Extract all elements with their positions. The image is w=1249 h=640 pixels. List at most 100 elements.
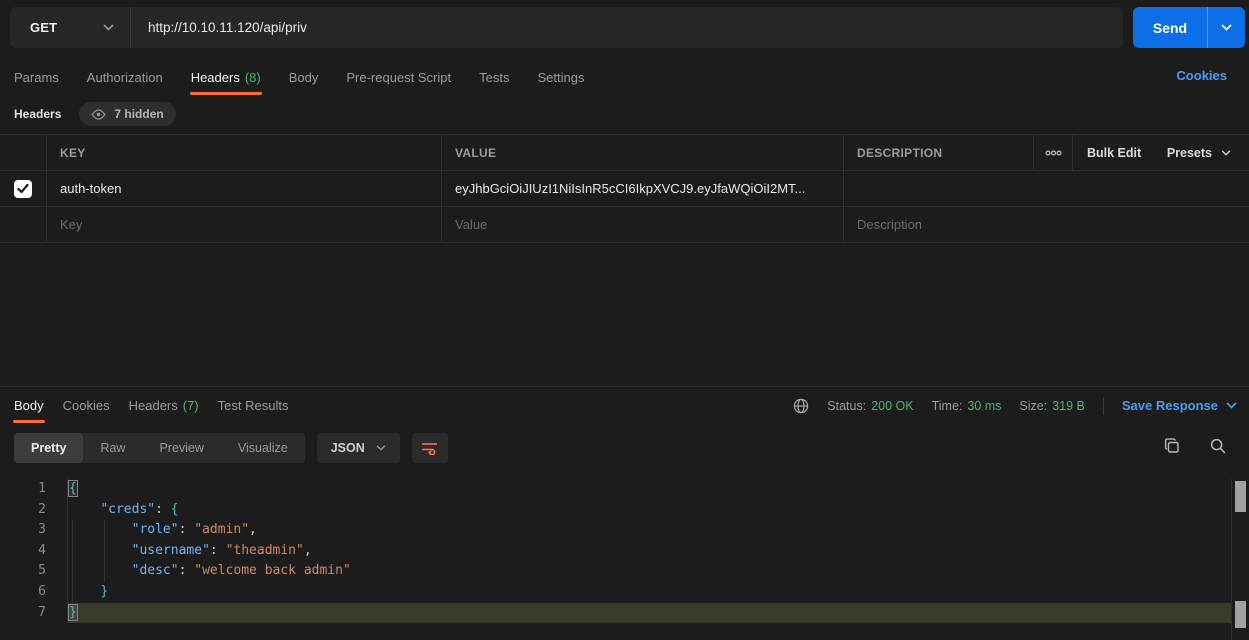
response-panel: Body Cookies Headers (7) Test Results St… [0, 386, 1249, 640]
column-header-value: VALUE [441, 135, 843, 170]
response-tab-body[interactable]: Body [14, 388, 44, 423]
response-view-toolbar: Pretty Raw Preview Visualize JSON [14, 433, 448, 463]
hidden-count-label: 7 hidden [114, 107, 163, 121]
send-label: Send [1153, 20, 1187, 36]
scrollbar-track [1231, 479, 1232, 640]
chevron-down-icon [1226, 402, 1237, 409]
presets-label: Presets [1167, 146, 1212, 160]
bulk-edit-button[interactable]: Bulk Edit [1087, 146, 1141, 160]
header-key-cell[interactable]: auth-token [46, 171, 441, 206]
code-line[interactable]: 6 } [0, 582, 1249, 603]
line-number: 5 [0, 561, 68, 582]
tab-label: Params [14, 70, 59, 85]
scrollbar-thumb[interactable] [1235, 481, 1246, 512]
headers-count-badge: (8) [245, 70, 261, 85]
row-checkbox-cell [0, 207, 46, 242]
wrap-line-icon [421, 441, 438, 455]
chevron-down-icon [1221, 150, 1231, 156]
code-line[interactable]: 4 "username": "theadmin", [0, 541, 1249, 562]
table-header-row: KEY VALUE DESCRIPTION Bulk Edit Presets [0, 135, 1249, 171]
code-line[interactable]: 3 "role": "admin", [0, 520, 1249, 541]
format-label: JSON [331, 441, 365, 455]
line-number: 7 [0, 603, 68, 624]
chevron-down-icon [376, 445, 386, 451]
status-label: Status: [827, 399, 866, 413]
code-line[interactable]: 7} [0, 603, 1249, 624]
save-response-button[interactable]: Save Response [1122, 398, 1237, 413]
view-tab-visualize[interactable]: Visualize [221, 433, 305, 463]
row-checkbox-cell [0, 171, 46, 206]
status-badge: Status: 200 OK [827, 399, 913, 413]
tab-tests[interactable]: Tests [479, 60, 509, 95]
response-headers-count-badge: (7) [183, 398, 199, 413]
header-description-cell[interactable] [843, 171, 1249, 206]
format-dropdown[interactable]: JSON [317, 433, 400, 463]
response-action-icons [1163, 437, 1227, 455]
view-tab-preview[interactable]: Preview [142, 433, 220, 463]
headers-table: KEY VALUE DESCRIPTION Bulk Edit Presets [0, 134, 1249, 243]
response-body-editor[interactable]: 1{2 "creds": {3 "role": "admin",4 "usern… [0, 479, 1249, 640]
request-tabs: Params Authorization Headers (8) Body Pr… [14, 60, 584, 95]
url-input[interactable]: http://10.10.11.120/api/priv [131, 20, 1123, 35]
code-line[interactable]: 2 "creds": { [0, 500, 1249, 521]
code-text: } [68, 582, 108, 603]
tab-pre-request-script[interactable]: Pre-request Script [346, 60, 451, 95]
tab-label: Authorization [87, 70, 163, 85]
tab-label: Headers [129, 398, 178, 413]
headers-panel-title: Headers [14, 107, 61, 121]
send-button[interactable]: Send [1133, 7, 1207, 48]
tab-headers[interactable]: Headers (8) [191, 60, 261, 95]
code-text: "creds": { [68, 500, 179, 521]
scrollbar-thumb[interactable] [1235, 601, 1246, 628]
presets-dropdown[interactable]: Presets [1167, 146, 1231, 160]
response-tab-cookies[interactable]: Cookies [63, 388, 110, 423]
tab-label: Body [289, 70, 319, 85]
copy-icon[interactable] [1163, 437, 1181, 455]
table-actions-cell: Bulk Edit Presets [1072, 135, 1249, 170]
size-badge: Size: 319 B [1019, 399, 1084, 413]
code-text: "role": "admin", [68, 520, 257, 541]
response-tabs: Body Cookies Headers (7) Test Results [14, 388, 288, 423]
size-value: 319 B [1052, 399, 1085, 413]
size-label: Size: [1019, 399, 1047, 413]
response-meta: Status: 200 OK Time: 30 ms Size: 319 B S… [793, 388, 1237, 423]
response-tab-headers[interactable]: Headers (7) [129, 388, 199, 423]
response-tab-test-results[interactable]: Test Results [218, 388, 289, 423]
column-header-description: DESCRIPTION [843, 135, 1033, 170]
code-line[interactable]: 1{ [0, 479, 1249, 500]
wrap-line-toggle[interactable] [412, 433, 448, 463]
eye-icon [91, 109, 106, 120]
tab-params[interactable]: Params [14, 60, 59, 95]
code-text: "desc": "welcome back admin" [68, 561, 351, 582]
tab-body[interactable]: Body [289, 60, 319, 95]
more-options-icon[interactable] [1033, 135, 1072, 170]
search-icon[interactable] [1209, 437, 1227, 455]
code-text: { [68, 479, 77, 500]
time-label: Time: [932, 399, 963, 413]
postman-window: GET http://10.10.11.120/api/priv Send Pa… [0, 0, 1249, 640]
globe-icon[interactable] [793, 398, 809, 414]
divider [1103, 397, 1104, 415]
hidden-headers-toggle[interactable]: 7 hidden [79, 102, 175, 126]
new-key-input[interactable]: Key [46, 207, 441, 242]
header-value-cell[interactable]: eyJhbGciOiJIUzI1NiIsInR5cCI6IkpXVCJ9.eyJ… [441, 171, 843, 206]
view-mode-group: Pretty Raw Preview Visualize [14, 433, 305, 463]
send-options-button[interactable] [1207, 7, 1245, 48]
view-tab-raw[interactable]: Raw [83, 433, 142, 463]
cookies-link[interactable]: Cookies [1176, 68, 1227, 83]
method-selector[interactable]: GET [10, 7, 131, 48]
row-checkbox-checked[interactable] [14, 180, 32, 198]
new-description-input[interactable]: Description [843, 207, 1249, 242]
send-split-button: Send [1133, 7, 1245, 48]
view-tab-pretty[interactable]: Pretty [14, 433, 83, 463]
request-url-bar: GET http://10.10.11.120/api/priv [10, 7, 1123, 48]
tab-settings[interactable]: Settings [537, 60, 584, 95]
line-number: 2 [0, 500, 68, 521]
code-lines: 1{2 "creds": {3 "role": "admin",4 "usern… [0, 479, 1249, 623]
code-line[interactable]: 5 "desc": "welcome back admin" [0, 561, 1249, 582]
new-value-input[interactable]: Value [441, 207, 843, 242]
tab-authorization[interactable]: Authorization [87, 60, 163, 95]
tab-label: Pre-request Script [346, 70, 451, 85]
status-value: 200 OK [871, 399, 913, 413]
tab-label: Tests [479, 70, 509, 85]
